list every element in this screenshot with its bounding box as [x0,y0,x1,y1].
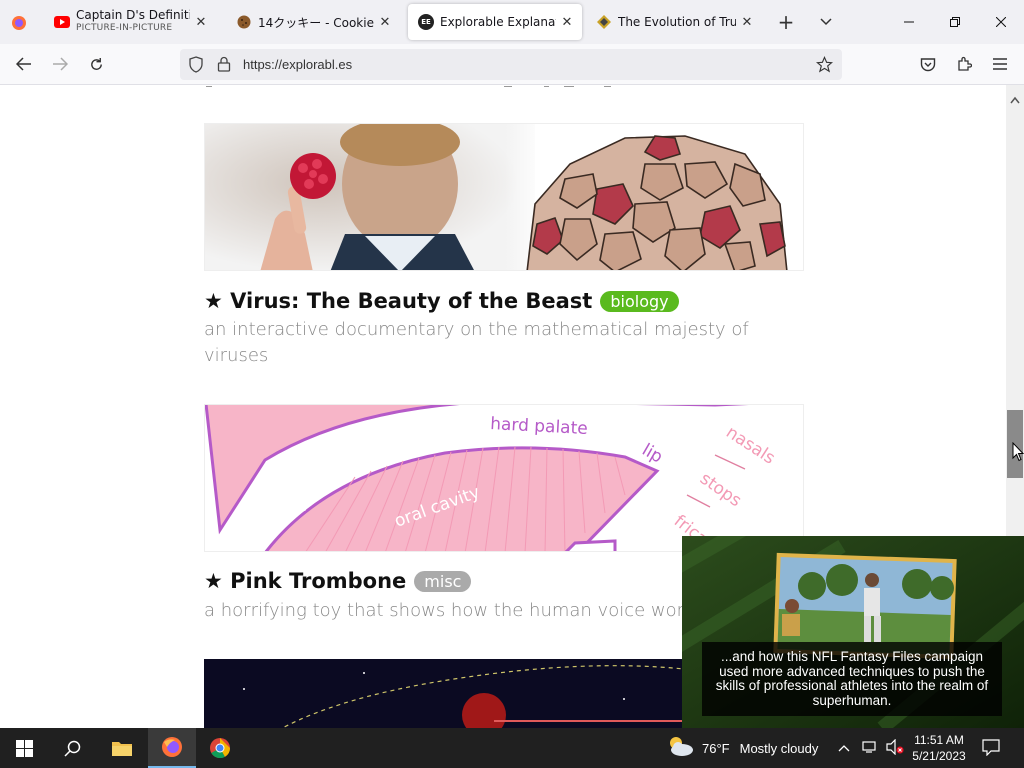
forward-button[interactable] [45,49,75,79]
item-description: an interactive documentary on the mathem… [204,319,749,366]
tab-evolution-of-trust[interactable]: The Evolution of Trust ✕ [586,4,762,40]
tracking-protection-icon[interactable] [188,56,204,77]
label-stops: stops [696,469,745,512]
mouse-cursor-icon [1012,441,1024,466]
weather-cloud-icon [666,735,694,762]
pip-caption: ...and how this NFL Fantasy Files campai… [702,642,1002,716]
picture-in-picture-window[interactable]: ...and how this NFL Fantasy Files campai… [682,536,1024,728]
clock-time: 11:51 AM [914,733,964,747]
file-explorer-icon[interactable] [98,728,146,768]
address-bar[interactable]: https://explorabl.es [180,49,842,80]
tab-subtitle: PICTURE-IN-PICTURE [76,23,173,33]
weather-widget[interactable]: 76°F Mostly cloudy [666,728,830,768]
item-title-text[interactable]: ★ Virus: The Beauty of the Beast [204,289,592,313]
volume-muted-icon[interactable] [886,738,904,760]
start-windows-icon[interactable] [0,728,48,768]
weather-temperature: 76°F [702,740,730,756]
url-text: https://explorabl.es [243,57,353,72]
close-tab-icon[interactable]: ✕ [556,11,578,33]
clipped-previous-text [204,85,624,87]
search-icon[interactable] [48,728,96,768]
show-hidden-icons-chevron-icon[interactable] [838,740,850,758]
tab-captain-d[interactable]: Captain D's Definitive G PICTURE-IN-PICT… [44,4,216,40]
tab-title: Explorable Explanations [440,15,556,29]
close-tab-icon[interactable]: ✕ [374,11,396,33]
virus-image[interactable] [204,123,804,271]
firefox-taskbar-icon[interactable] [148,728,196,768]
lock-icon[interactable] [217,56,231,76]
youtube-icon [54,14,70,30]
scroll-up-arrow-icon[interactable] [1010,89,1020,108]
ee-icon: EE [418,14,434,30]
tab-title: The Evolution of Trust [618,15,736,29]
windows-taskbar: 76°F Mostly cloudy 11:51 AM 5/21/2023 [0,728,1024,768]
cookie-icon [236,14,252,30]
close-tab-icon[interactable]: ✕ [736,11,758,33]
tab-strip: Captain D's Definitive G PICTURE-IN-PICT… [0,0,1024,44]
minimize-button[interactable] [886,0,932,44]
bookmark-star-icon[interactable] [815,55,834,77]
label-hard-palate: hard palate [490,414,588,439]
pink-trombone-image[interactable]: hard palate lip nasals soft palate oral … [204,404,804,552]
network-icon[interactable] [862,740,878,759]
firefox-view-icon[interactable] [8,12,30,34]
diamond-icon [596,14,612,30]
item-title-virus[interactable]: ★ Virus: The Beauty of the Beast biology [204,289,679,313]
close-tab-icon[interactable]: ✕ [190,11,212,33]
list-all-tabs-icon[interactable] [812,8,840,36]
clock-date: 5/21/2023 [912,749,966,763]
restore-button[interactable] [932,0,978,44]
app-menu-icon[interactable] [985,49,1015,79]
notifications-icon[interactable] [982,739,1000,761]
pocket-icon[interactable] [913,49,943,79]
new-tab-button[interactable]: + [772,8,800,36]
tab-title: 14クッキー - Cookie Cl [258,15,374,30]
reload-button[interactable] [81,49,111,79]
navigation-toolbar: https://explorabl.es [0,44,1024,85]
close-window-button[interactable] [978,0,1024,44]
tab-explorable-explanations[interactable]: EE Explorable Explanations ✕ [408,4,582,40]
item-title-pink-trombone[interactable]: ★ Pink Trombone misc [204,569,472,593]
tab-title: Captain D's Definitive G [76,9,190,22]
item-title-text[interactable]: ★ Pink Trombone [204,569,406,593]
weather-condition: Mostly cloudy [739,740,819,756]
tab-cookie-clicker[interactable]: 14クッキー - Cookie Cl ✕ [226,4,400,40]
back-button[interactable] [9,49,39,79]
extensions-icon[interactable] [949,49,979,79]
tag-badge[interactable]: biology [600,290,679,312]
tag-badge[interactable]: misc [414,570,472,592]
chrome-taskbar-icon[interactable] [196,728,244,768]
clock[interactable]: 11:51 AM 5/21/2023 [908,732,970,764]
